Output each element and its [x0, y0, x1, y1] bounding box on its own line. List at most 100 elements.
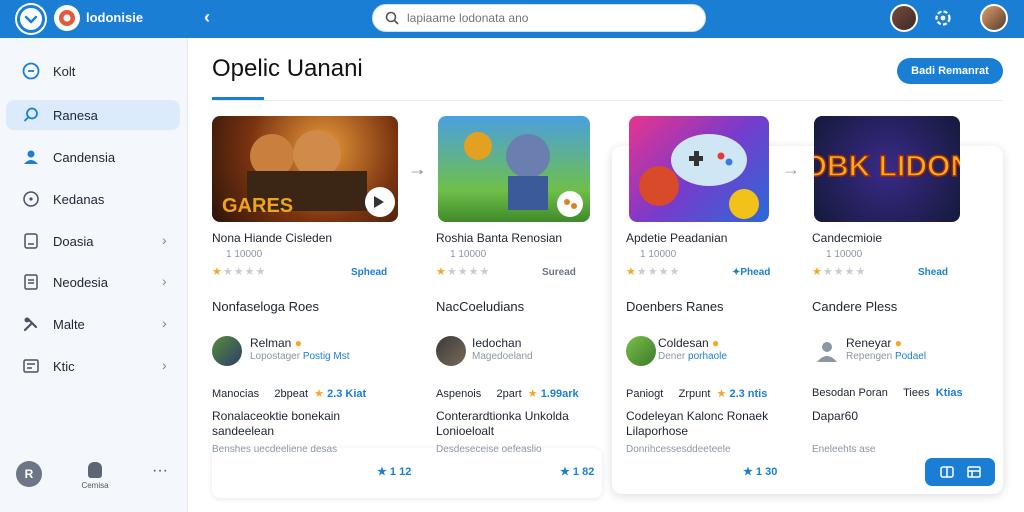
- chevron-right-icon: ›: [162, 315, 167, 331]
- game-tag[interactable]: Shead: [918, 267, 948, 278]
- game-thumbnail[interactable]: BOBK LIDONS: [814, 116, 960, 222]
- author-avatar[interactable]: [436, 336, 466, 366]
- game-art-image: GARES: [222, 130, 395, 217]
- game-description: Ronalaceoktie bonekain sandeelean: [212, 409, 341, 438]
- game-tag[interactable]: Sphead: [351, 267, 387, 278]
- card-view-icon[interactable]: [939, 464, 955, 480]
- game-title: Roshia Banta Renosian: [436, 231, 563, 245]
- star-rating: ★★★★★: [212, 266, 267, 278]
- view-toggle-group: [925, 458, 995, 486]
- grid-view-icon[interactable]: [966, 464, 982, 480]
- search-bar[interactable]: [372, 4, 706, 32]
- game-tag[interactable]: ✦Phead: [732, 267, 770, 278]
- account-avatar[interactable]: R: [16, 461, 42, 487]
- sidebar-item-label: Ktic: [53, 359, 75, 374]
- section-heading: Doenbers Ranes: [626, 299, 724, 314]
- brand-logo-icon: [54, 5, 80, 31]
- author-avatar[interactable]: [626, 336, 656, 366]
- brand-name: lodonisie: [86, 10, 144, 25]
- sidebar-item-malte[interactable]: Malte ›: [6, 309, 180, 339]
- game-description: Conterardtionka Unkolda Lonioeloalt: [436, 409, 569, 438]
- chevron-right-icon: ›: [162, 232, 167, 248]
- search-input[interactable]: [407, 11, 687, 25]
- chevron-right-icon: ›: [162, 357, 167, 373]
- game-downloads: 1 10000: [450, 249, 487, 260]
- like-count[interactable]: ★ 1 30: [743, 465, 777, 478]
- game-thumbnail[interactable]: GARES: [212, 116, 398, 222]
- profile-avatar[interactable]: [890, 4, 918, 32]
- arrow-right-icon: →: [782, 159, 800, 179]
- sidebar-item-candensia[interactable]: Candensia: [6, 142, 180, 172]
- game-tag[interactable]: Suread: [542, 267, 576, 278]
- sidebar-item-doasia[interactable]: Doasia ›: [6, 226, 180, 256]
- game-description: Codeleyan Kalonc Ronaek Lilaporhose: [626, 409, 769, 438]
- user-avatar[interactable]: [980, 4, 1008, 32]
- game-thumbnail[interactable]: [629, 116, 769, 222]
- app-logo-icon[interactable]: [17, 5, 45, 33]
- search-icon: [23, 107, 38, 122]
- chevron-right-icon: ›: [162, 273, 167, 289]
- like-count[interactable]: ★ 1 12: [377, 465, 411, 478]
- like-count[interactable]: ★ 1 82: [560, 465, 594, 478]
- game-note: Desdeseceise oefeaslio: [436, 444, 542, 455]
- author-name: Reneyar ●: [846, 336, 902, 350]
- game-title: Nona Hiande Cisleden: [212, 231, 333, 245]
- game-meta: Paniogt Zrpunt ★ 2.3 ntis: [626, 388, 768, 400]
- folder-icon: [24, 233, 38, 249]
- author-avatar[interactable]: [212, 336, 242, 366]
- star-rating: ★★★★★: [626, 266, 681, 278]
- primary-action-button[interactable]: Badi Remanrat: [897, 58, 1003, 84]
- game-downloads: 1 10000: [226, 249, 263, 260]
- sidebar-item-ktic[interactable]: Ktic ›: [6, 351, 180, 381]
- document-icon: [24, 274, 38, 290]
- thumb-logo-text: GARES: [222, 195, 293, 217]
- sidebar-item-label: Doasia: [53, 234, 94, 249]
- game-art-image: [639, 134, 759, 219]
- game-meta: Manocias 2bpeat ★ 2.3 Kiat: [212, 388, 367, 400]
- author-name: Coldesan ●: [658, 336, 720, 350]
- game-thumbnail[interactable]: [438, 116, 590, 222]
- game-description: Dapar60: [812, 409, 859, 423]
- sidebar-item-label: Kolt: [53, 64, 76, 79]
- sidebar-item-search[interactable]: Ranesa: [6, 100, 180, 130]
- list-icon: [23, 359, 39, 373]
- sidebar-item-label: Candensia: [53, 150, 116, 165]
- settings-gear-icon[interactable]: [933, 8, 953, 28]
- game-note: Eneleehts ase: [812, 444, 876, 455]
- sidebar-item-neodesia[interactable]: Neodesia ›: [6, 267, 180, 297]
- game-downloads: 1 10000: [826, 249, 863, 260]
- star-rating: ★★★★★: [436, 266, 491, 278]
- author-role: Dener porhaole: [658, 351, 727, 362]
- sidebar-item-home[interactable]: Kolt: [6, 56, 180, 86]
- star-rating: ★★★★★: [812, 266, 867, 278]
- arrow-right-icon: →: [409, 159, 427, 179]
- game-meta: Aspenois 2part ★ 1.99ark: [436, 388, 579, 400]
- author-avatar[interactable]: [812, 336, 842, 366]
- user-icon: [24, 150, 38, 164]
- back-icon[interactable]: ‹: [204, 7, 210, 28]
- section-heading: Candere Pless: [812, 299, 898, 314]
- trash-icon: [88, 462, 102, 478]
- sidebar-footer-label: Cemisa: [81, 481, 109, 490]
- game-meta: Besodan Poran Tiees Ktias: [812, 387, 963, 399]
- search-icon: [385, 11, 399, 25]
- more-icon[interactable]: ···: [152, 462, 168, 480]
- thumb-logo-text: BOBK LIDONS: [814, 150, 960, 183]
- tools-icon: [23, 317, 38, 332]
- sidebar-item-label: Malte: [53, 317, 85, 332]
- sidebar-item-kedanas[interactable]: Kedanas: [6, 184, 180, 214]
- section-heading: NacCoeludians: [436, 299, 525, 314]
- sidebar-item-label: Kedanas: [53, 192, 105, 207]
- author-name: Relman ●: [250, 336, 302, 350]
- sidebar-footer-item[interactable]: Cemisa: [80, 462, 110, 490]
- home-icon: [22, 62, 40, 80]
- chat-icon: [23, 191, 39, 207]
- game-downloads: 1 10000: [640, 249, 677, 260]
- header-divider: [212, 100, 1002, 101]
- sidebar: Kolt Ranesa Candensia Kedanas Doasia › N…: [0, 38, 188, 512]
- sidebar-item-label: Neodesia: [53, 275, 108, 290]
- author-name: Iedochan: [472, 336, 522, 350]
- author-role: Lopostager Postig Mst: [250, 351, 350, 362]
- game-art-image: [464, 132, 583, 217]
- game-note: Benshes uecdeeliene desas: [212, 444, 338, 455]
